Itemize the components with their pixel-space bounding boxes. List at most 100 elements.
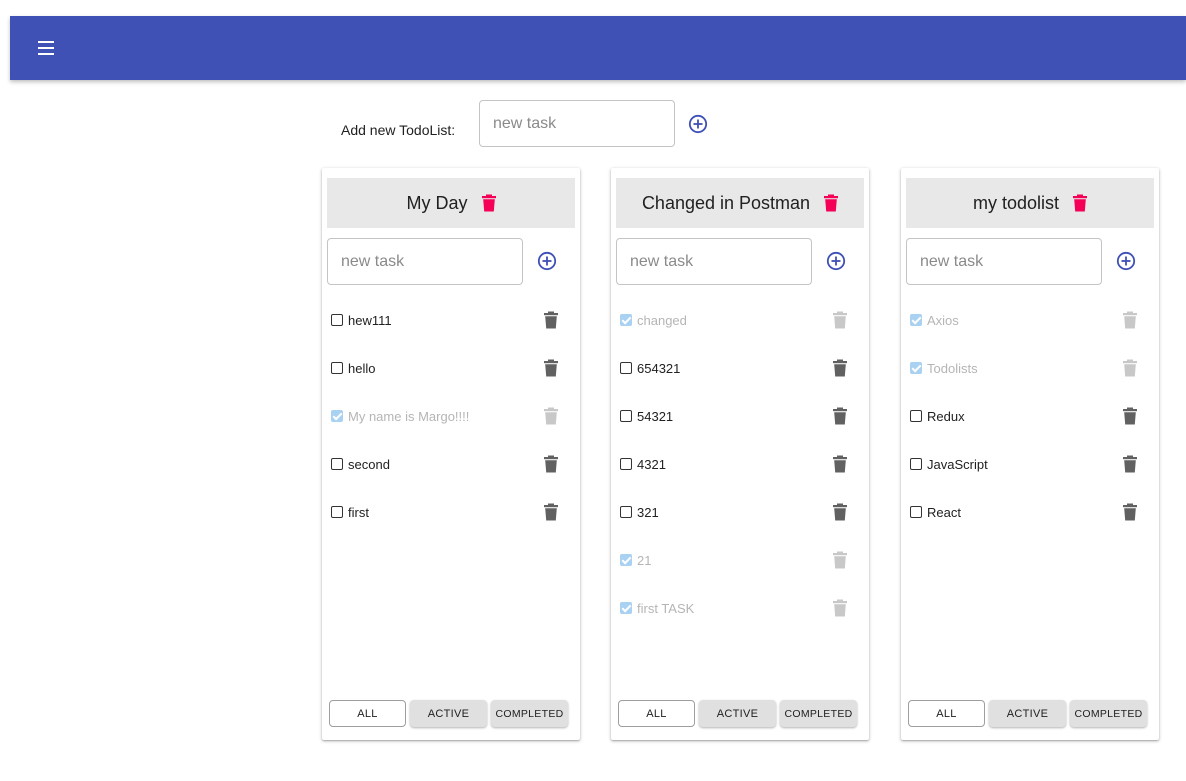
task-item: 321 (611, 489, 869, 537)
filter-all-button[interactable]: ALL (329, 700, 406, 727)
task-checkbox[interactable] (910, 362, 922, 374)
task-title[interactable]: 321 (637, 505, 659, 520)
add-todolist-label: Add new TodoList: (341, 122, 456, 138)
task-item: 4321 (611, 441, 869, 489)
task-item: Axios (901, 297, 1159, 345)
task-item: first TASK (611, 585, 869, 633)
task-title[interactable]: first TASK (637, 601, 694, 616)
delete-task-icon (1123, 359, 1137, 377)
add-todolist-form: Add new TodoList: (341, 100, 741, 148)
task-title[interactable]: 54321 (637, 409, 673, 424)
task-title[interactable]: hello (348, 361, 375, 376)
filter-all-button[interactable]: ALL (908, 700, 985, 727)
todolist-card: Changed in Postman changed 654321 54321 4321… (611, 168, 869, 740)
todolist-title: My Day (406, 192, 468, 213)
task-item: Todolists (901, 345, 1159, 393)
filter-completed-button[interactable]: COMPLETED (780, 700, 857, 727)
task-item: JavaScript (901, 441, 1159, 489)
task-checkbox[interactable] (910, 458, 922, 470)
task-list: Axios Todolists Redux JavaScript React (901, 297, 1159, 537)
task-checkbox[interactable] (620, 458, 632, 470)
task-title[interactable]: 654321 (637, 361, 680, 376)
delete-task-icon[interactable] (1123, 503, 1137, 521)
delete-task-icon[interactable] (1123, 407, 1137, 425)
todolist-header: Changed in Postman (616, 178, 864, 228)
task-checkbox[interactable] (620, 314, 632, 326)
todolist-title: my todolist (972, 192, 1060, 213)
task-item: 54321 (611, 393, 869, 441)
task-checkbox[interactable] (620, 506, 632, 518)
task-item: changed (611, 297, 869, 345)
task-checkbox[interactable] (331, 458, 343, 470)
delete-task-icon[interactable] (833, 407, 847, 425)
task-title[interactable]: changed (637, 313, 687, 328)
task-item: 21 (611, 537, 869, 585)
filter-completed-button[interactable]: COMPLETED (491, 700, 568, 727)
delete-task-icon[interactable] (544, 359, 558, 377)
task-checkbox[interactable] (331, 506, 343, 518)
filter-all-button[interactable]: ALL (618, 700, 695, 727)
task-title[interactable]: second (348, 457, 390, 472)
task-checkbox[interactable] (910, 314, 922, 326)
task-item: hello (322, 345, 580, 393)
task-title[interactable]: JavaScript (927, 457, 988, 472)
add-circle-icon[interactable] (1116, 251, 1136, 271)
delete-task-icon (833, 311, 847, 329)
todolist-header: My Day (327, 178, 575, 228)
todolist-header: my todolist (906, 178, 1154, 228)
task-title[interactable]: hew111 (348, 313, 392, 328)
task-item: React (901, 489, 1159, 537)
task-checkbox[interactable] (910, 506, 922, 518)
filter-active-button[interactable]: ACTIVE (410, 700, 487, 727)
task-checkbox[interactable] (620, 410, 632, 422)
delete-task-icon (544, 407, 558, 425)
delete-task-icon[interactable] (833, 359, 847, 377)
task-title[interactable]: first (348, 505, 369, 520)
filter-active-button[interactable]: ACTIVE (989, 700, 1066, 727)
add-circle-icon[interactable] (688, 114, 708, 134)
filter-buttons: ALL ACTIVE COMPLETED (908, 700, 1152, 728)
delete-task-icon[interactable] (1123, 455, 1137, 473)
task-title[interactable]: React (927, 505, 961, 520)
add-circle-icon[interactable] (537, 251, 557, 271)
filter-completed-button[interactable]: COMPLETED (1070, 700, 1147, 727)
filter-active-button[interactable]: ACTIVE (699, 700, 776, 727)
delete-task-icon[interactable] (544, 503, 558, 521)
delete-task-icon (833, 599, 847, 617)
delete-task-icon[interactable] (833, 455, 847, 473)
add-task-input[interactable] (616, 238, 812, 285)
add-task-input[interactable] (906, 238, 1102, 285)
delete-task-icon[interactable] (833, 503, 847, 521)
task-title[interactable]: Axios (927, 313, 959, 328)
delete-todolist-icon[interactable] (824, 194, 839, 212)
task-title[interactable]: My name is Margo!!!! (348, 409, 469, 424)
delete-task-icon[interactable] (544, 311, 558, 329)
task-list: hew111 hello My name is Margo!!!! second fir… (322, 297, 580, 537)
task-title[interactable]: 21 (637, 553, 651, 568)
add-task-input[interactable] (327, 238, 523, 285)
menu-icon[interactable] (36, 38, 56, 58)
task-checkbox[interactable] (331, 314, 343, 326)
add-circle-icon[interactable] (826, 251, 846, 271)
task-title[interactable]: 4321 (637, 457, 666, 472)
task-checkbox[interactable] (620, 362, 632, 374)
delete-todolist-icon[interactable] (1073, 194, 1088, 212)
delete-todolist-icon[interactable] (481, 194, 496, 212)
todolist-card: my todolist Axios Todolists Redux JavaScript… (901, 168, 1159, 740)
delete-task-icon[interactable] (544, 455, 558, 473)
task-checkbox[interactable] (331, 362, 343, 374)
add-todolist-input[interactable] (479, 100, 675, 147)
delete-task-icon (1123, 311, 1137, 329)
task-item: second (322, 441, 580, 489)
task-item: Redux (901, 393, 1159, 441)
task-item: first (322, 489, 580, 537)
task-item: My name is Margo!!!! (322, 393, 580, 441)
task-title[interactable]: Redux (927, 409, 965, 424)
todolist-card: My Day hew111 hello My name is Margo!!!! sec… (322, 168, 580, 740)
task-list: changed 654321 54321 4321 321 21 first TASK (611, 297, 869, 633)
task-checkbox[interactable] (620, 602, 632, 614)
task-checkbox[interactable] (620, 554, 632, 566)
task-checkbox[interactable] (910, 410, 922, 422)
task-checkbox[interactable] (331, 410, 343, 422)
task-title[interactable]: Todolists (927, 361, 978, 376)
